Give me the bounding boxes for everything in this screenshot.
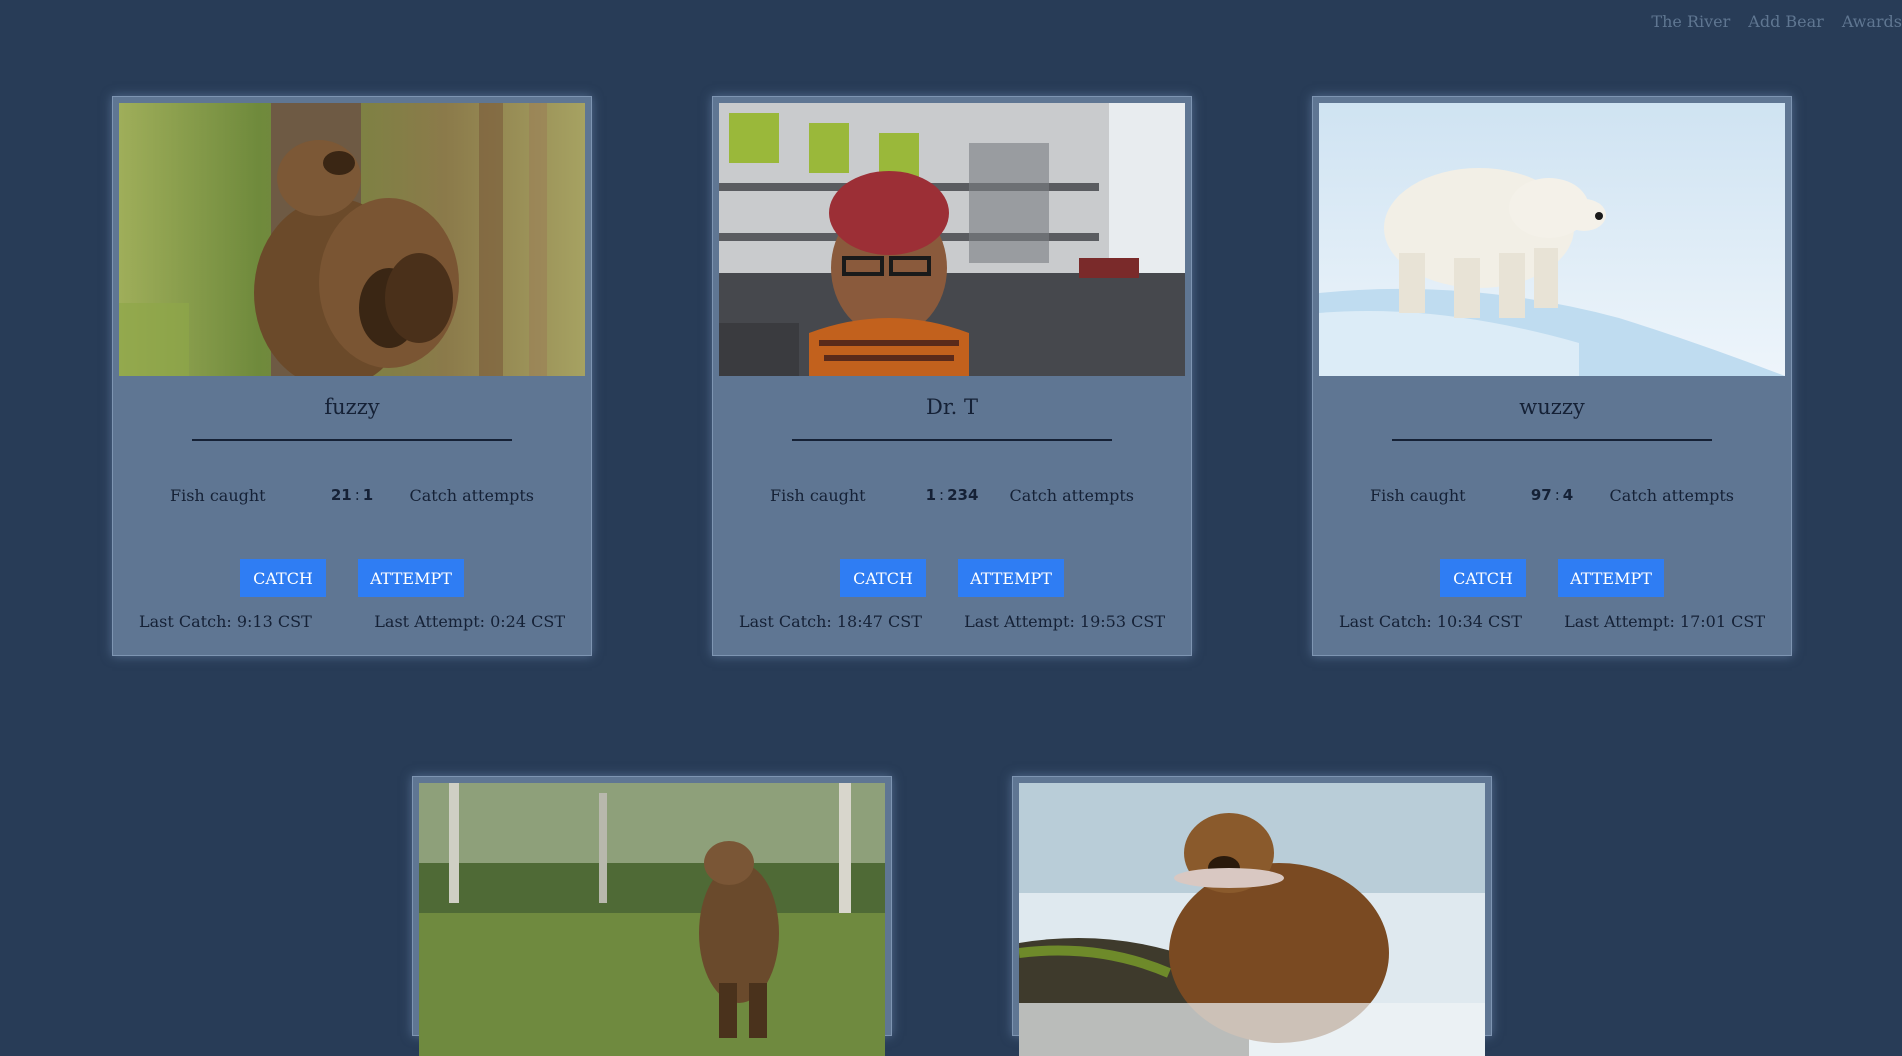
catch-button[interactable]: CATCH — [240, 559, 326, 597]
attempt-count: 234 — [947, 486, 979, 504]
catch-button[interactable]: CATCH — [840, 559, 926, 597]
attempt-count: 4 — [1562, 486, 1574, 504]
nav-awards[interactable]: Awards — [1842, 12, 1902, 31]
bear-photo — [719, 103, 1185, 376]
attempt-count: 1 — [362, 486, 374, 504]
last-attempt-time: Last Attempt: 0:24 CST — [374, 612, 565, 631]
polar-bear-photo — [1319, 103, 1785, 376]
bear-card-wuzzy: wuzzy Fish caught 97:4 Catch attempts CA… — [1312, 96, 1792, 656]
bear-salmon-river-photo — [1019, 783, 1485, 1056]
last-catch-time: Last Catch: 18:47 CST — [739, 612, 922, 631]
attempt-button[interactable]: ATTEMPT — [358, 559, 464, 597]
nav-the-river[interactable]: The River — [1651, 12, 1730, 31]
bear-photo — [119, 103, 585, 376]
bear-card-4 — [412, 776, 892, 1056]
name-divider — [792, 439, 1112, 441]
attempt-button[interactable]: ATTEMPT — [1558, 559, 1664, 597]
fish-count: 97 — [1530, 486, 1552, 504]
ratio-separator: : — [939, 486, 945, 504]
ratio-separator: : — [1554, 486, 1560, 504]
bear-name: fuzzy — [324, 395, 380, 419]
fish-count: 1 — [925, 486, 937, 504]
bear-photo — [1319, 103, 1785, 376]
name-divider — [192, 439, 512, 441]
bear-card-fuzzy: fuzzy Fish caught 21:1 Catch attempts CA… — [112, 96, 592, 656]
nav-add-bear[interactable]: Add Bear — [1748, 12, 1824, 31]
bear-name: wuzzy — [1519, 395, 1585, 419]
fish-count: 21 — [330, 486, 352, 504]
bear-photo — [419, 783, 885, 1056]
catch-attempts-label: Catch attempts — [1009, 486, 1134, 505]
name-divider — [1392, 439, 1712, 441]
person-selfie-photo — [719, 103, 1185, 376]
bear-photo — [1019, 783, 1485, 1056]
last-catch-time: Last Catch: 9:13 CST — [139, 612, 312, 631]
bear-card-5 — [1012, 776, 1492, 1056]
bear-card-dr-t: Dr. T Fish caught 1:234 Catch attempts C… — [712, 96, 1192, 656]
last-catch-time: Last Catch: 10:34 CST — [1339, 612, 1522, 631]
bear-name: Dr. T — [926, 395, 978, 419]
last-attempt-time: Last Attempt: 17:01 CST — [1564, 612, 1765, 631]
top-nav: The River Add Bear Awards — [1651, 12, 1902, 31]
attempt-button[interactable]: ATTEMPT — [958, 559, 1064, 597]
standing-bear-meadow-photo — [419, 783, 885, 1056]
brown-bear-tree-photo — [119, 103, 585, 376]
catch-button[interactable]: CATCH — [1440, 559, 1526, 597]
catch-attempts-label: Catch attempts — [409, 486, 534, 505]
catch-attempts-label: Catch attempts — [1609, 486, 1734, 505]
ratio-separator: : — [354, 486, 360, 504]
last-attempt-time: Last Attempt: 19:53 CST — [964, 612, 1165, 631]
